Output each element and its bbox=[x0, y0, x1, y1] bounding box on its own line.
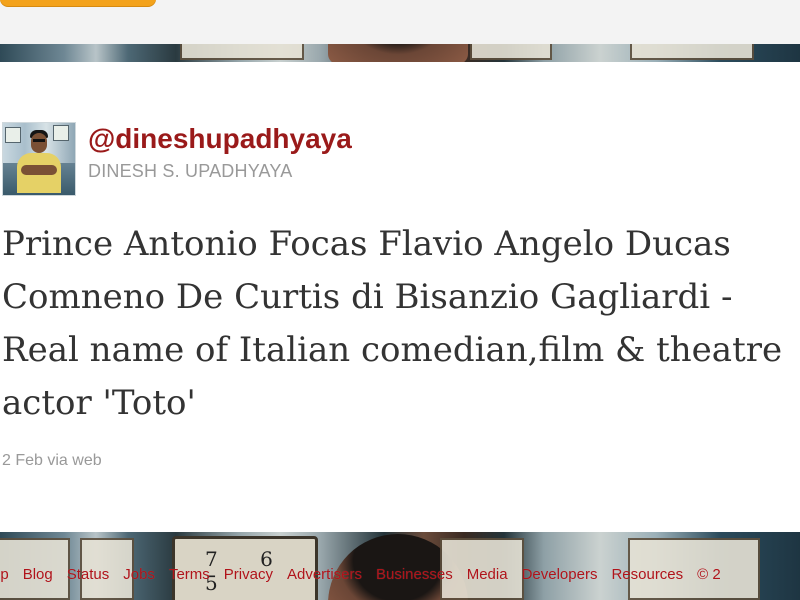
display-name: DINESH S. UPADHYAYA bbox=[88, 161, 293, 181]
footer-link-resources[interactable]: Resources bbox=[611, 566, 683, 583]
tweet-card: @dineshupadhyaya DINESH S. UPADHYAYA Pri… bbox=[0, 62, 800, 532]
top-strip bbox=[0, 0, 800, 44]
footer-link-media[interactable]: Media bbox=[467, 566, 508, 583]
avatar[interactable] bbox=[2, 122, 76, 196]
footer-link-advertisers[interactable]: Advertisers bbox=[287, 566, 362, 583]
footer-link-terms[interactable]: Terms bbox=[169, 566, 210, 583]
footer-link-privacy[interactable]: Privacy bbox=[224, 566, 273, 583]
tweet-meta: 2 Feb via web bbox=[2, 452, 102, 470]
background-photo-top bbox=[0, 44, 800, 62]
footer-link-status[interactable]: Status bbox=[67, 566, 110, 583]
user-handle-link[interactable]: @dineshupadhyaya bbox=[88, 122, 352, 156]
footer-link-blog[interactable]: Blog bbox=[23, 566, 53, 583]
orange-tab[interactable] bbox=[0, 0, 156, 6]
page: @dineshupadhyaya DINESH S. UPADHYAYA Pri… bbox=[0, 0, 800, 600]
footer-link-developers[interactable]: Developers bbox=[522, 566, 598, 583]
footer-link-help[interactable]: lp bbox=[0, 566, 9, 583]
footer-link-jobs[interactable]: Jobs bbox=[123, 566, 155, 583]
via-label: via bbox=[47, 452, 68, 469]
footer-links: lp Blog Status Jobs Terms Privacy Advertisers B… bbox=[0, 565, 800, 587]
tweet-source-link[interactable]: web bbox=[72, 452, 101, 469]
footer-copyright: © 2 bbox=[697, 566, 721, 583]
tweet-timestamp-link[interactable]: 2 Feb bbox=[2, 452, 43, 469]
footer-link-businesses[interactable]: Businesses bbox=[376, 566, 453, 583]
tweet-text: Prince Antonio Focas Flavio Angelo Ducas… bbox=[2, 224, 783, 423]
